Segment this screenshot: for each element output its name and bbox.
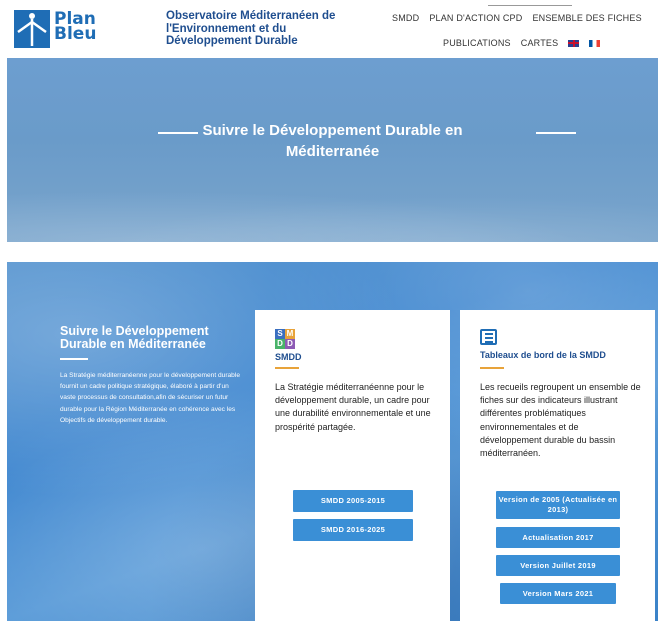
flag-uk-icon[interactable] [568,39,580,47]
version-juillet-2019-button[interactable]: Version Juillet 2019 [496,555,620,576]
tableaux-card-title: Tableaux de bord de la SMDD [480,350,606,360]
version-mars-2021-button[interactable]: Version Mars 2021 [500,583,616,604]
hero-title: Suivre le Développement Durable en Médit… [7,120,658,162]
smdd-logo-d2: D [285,339,295,349]
smdd-2016-2025-button[interactable]: SMDD 2016-2025 [293,519,413,541]
nav-ensemble-fiches[interactable]: ENSEMBLE DES FICHES [532,13,641,23]
hero-title-line1: Suivre le Développement Durable en [202,122,463,139]
smdd-2005-2015-button[interactable]: SMDD 2005-2015 [293,490,413,512]
smdd-card-underline [275,367,299,369]
dashboard-list-icon [480,329,497,345]
smdd-logo-d1: D [275,339,285,349]
smdd-card-text: La Stratégie méditerranéenne pour le dév… [275,382,431,432]
main-nav-row2: PUBLICATIONS CARTES [443,38,601,48]
main-nav-row1: SMDD PLAN D'ACTION CPD ENSEMBLE DES FICH… [392,13,642,23]
smdd-logo-m: M [285,329,295,339]
nav-cartes[interactable]: CARTES [521,38,559,48]
hero-title-line2: Méditerranée [285,143,380,160]
nav-publications[interactable]: PUBLICATIONS [443,38,511,48]
nav-divider [488,5,572,6]
smdd-card-title: SMDD [275,352,302,362]
smdd-logo-s: S [275,329,285,339]
tableaux-card-text: Les recueils regroupent un ensemble de f… [480,382,641,459]
logo-text: Plan Bleu [54,11,97,44]
tableaux-de-bord-card: Tableaux de bord de la SMDD Les recueils… [460,310,655,621]
nav-plan-action-cpd[interactable]: PLAN D'ACTION CPD [429,13,522,23]
hero-texture [7,182,658,242]
smdd-logo-icon: S M D D [275,329,295,349]
actualisation-2017-button[interactable]: Actualisation 2017 [496,527,620,548]
logo-line2: Bleu [54,24,97,44]
intro-title-underline [60,358,88,360]
hero-banner: Suivre le Développement Durable en Médit… [7,58,658,242]
org-name[interactable]: Observatoire Méditerranéen de l'Environn… [166,10,356,48]
intro-text: La Stratégie méditerranéenne pour le dév… [60,372,240,424]
intro-title: Suivre le Développement Durable en Médit… [60,324,209,351]
smdd-card: S M D D SMDD La Stratégie méditerranéenn… [255,310,450,621]
plan-bleu-logo-mark-icon [14,10,50,48]
nav-smdd[interactable]: SMDD [392,13,419,23]
tableaux-card-underline [480,367,504,369]
version-2005-button[interactable]: Version de 2005 (Actualisée en 2013) [496,491,620,519]
plan-bleu-logo[interactable]: Plan Bleu [14,10,114,48]
site-header: Plan Bleu Observatoire Méditerranéen de … [0,0,658,58]
content-section: Suivre le Développement Durable en Médit… [7,262,658,621]
flag-fr-icon[interactable] [589,39,601,47]
